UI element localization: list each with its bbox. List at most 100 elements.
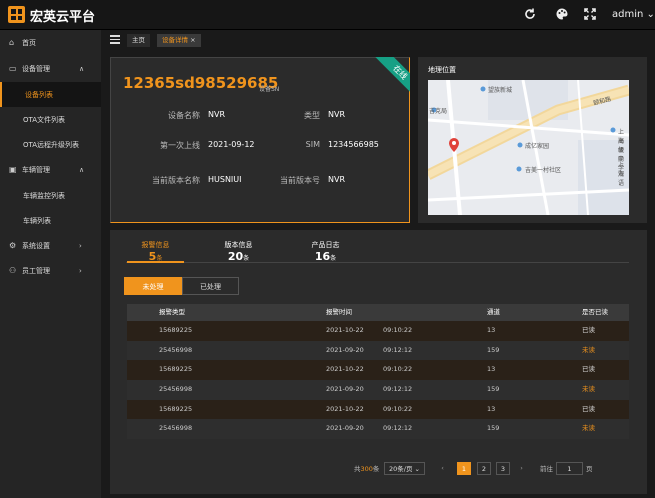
total-suffix: 条 xyxy=(372,465,380,473)
table-row[interactable]: 15689225 2021-10-22 09:10:22 13 已读 xyxy=(127,399,629,420)
sidebar-item-home[interactable]: ⌂ 首页 xyxy=(0,30,101,55)
current-version-number-value: NVR xyxy=(328,175,346,184)
fullscreen-icon[interactable] xyxy=(583,7,597,21)
tab-label: 产品日志 xyxy=(311,241,340,249)
current-version-name-label: 当前版本名称 xyxy=(152,176,200,185)
app-root: 宏英云平台 admin ⌄ ⌂ 首页 ▭ 设备管理 ∧ 设备列表 OTA文件列表 OT… xyxy=(0,0,655,498)
device-sn: 12365sd98529685 xyxy=(123,74,279,92)
active-tab-indicator xyxy=(127,261,184,263)
page-button-3[interactable]: 3 xyxy=(496,462,510,475)
sidebar-item-ota-files[interactable]: OTA文件列表 xyxy=(0,107,101,132)
sidebar-item-vehicle-monitor[interactable]: 车辆监控列表 xyxy=(0,183,101,208)
username: admin xyxy=(612,9,644,20)
page-size-value: 20条/页 xyxy=(389,465,413,473)
read-status-cell: 已读 xyxy=(582,404,595,413)
sidebar-item-label: 车辆列表 xyxy=(23,216,51,225)
tab-unit: 条 xyxy=(243,255,250,262)
tab-alarm-info[interactable]: 报警信息 5条 xyxy=(127,240,184,263)
table-row[interactable]: 15689225 2021-10-22 09:10:22 13 已读 xyxy=(127,321,629,341)
chevron-right-icon: › xyxy=(79,266,82,275)
chevron-down-icon: ⌄ xyxy=(646,9,655,20)
sim-label: SIM xyxy=(305,140,320,149)
filter-done-button[interactable]: 已处理 xyxy=(182,277,239,295)
alarm-date-cell: 2021-10-22 xyxy=(326,326,364,334)
alarm-date-cell: 2021-10-22 xyxy=(326,365,364,374)
home-icon: ⌂ xyxy=(9,38,15,47)
table-row[interactable]: 25456998 2021-09-20 09:12:12 159 未读 xyxy=(127,380,629,400)
sidebar: ⌂ 首页 ▭ 设备管理 ∧ 设备列表 OTA文件列表 OTA远程升级列表 ▣ 车辆管理 ∧… xyxy=(0,30,101,498)
read-status-cell: 已读 xyxy=(582,365,595,374)
channel-cell: 159 xyxy=(487,385,500,394)
sidebar-item-vehicle-list[interactable]: 车辆列表 xyxy=(0,208,101,233)
device-type-value: NVR xyxy=(328,110,346,119)
channel-cell: 159 xyxy=(487,424,500,433)
device-icon: ▭ xyxy=(9,64,17,73)
close-icon[interactable]: × xyxy=(190,36,195,44)
tab-unit: 条 xyxy=(330,255,337,262)
palette-icon[interactable] xyxy=(555,7,569,21)
current-version-name-value: HUSNIUI xyxy=(208,175,242,184)
map-label: 吉克局 xyxy=(429,108,448,115)
page-size-select[interactable]: 20条/页 ⌄ xyxy=(384,462,425,475)
sidebar-item-vehicle-management[interactable]: ▣ 车辆管理 ∧ xyxy=(0,157,101,182)
chevron-up-icon: ∧ xyxy=(79,64,85,73)
sidebar-item-label: 设备管理 xyxy=(22,64,50,73)
gear-icon: ⚙ xyxy=(9,241,17,250)
refresh-icon[interactable] xyxy=(523,7,537,21)
chevron-down-icon: ⌄ xyxy=(414,465,420,473)
sidebar-item-label: 首页 xyxy=(22,38,36,47)
column-header: 报警类型 xyxy=(159,308,185,316)
user-menu[interactable]: admin ⌄ xyxy=(612,9,655,20)
alarm-type-cell: 25456998 xyxy=(159,424,193,433)
tab-label: 报警信息 xyxy=(141,241,170,249)
car-icon: ▣ xyxy=(9,165,17,174)
sidebar-item-staff-management[interactable]: ⚇ 员工管理 › xyxy=(0,258,101,283)
goto-page-input[interactable]: 1 xyxy=(556,462,583,475)
menu-toggle-icon[interactable] xyxy=(110,35,120,44)
tab-version-info[interactable]: 版本信息 20条 xyxy=(210,240,267,263)
top-header: 宏英云平台 admin ⌄ xyxy=(0,0,655,30)
prev-page-button[interactable]: ‹ xyxy=(436,462,449,475)
sidebar-item-label: 车辆管理 xyxy=(22,165,50,174)
alarm-type-cell: 15689225 xyxy=(159,365,193,374)
location-map[interactable]: 望族新城 吉克局 颐和路 成亿家园 吉美一村社区 上海便民 高级中学 上海 双语 xyxy=(428,80,629,215)
alarm-time-cell: 09:12:12 xyxy=(383,424,413,433)
tab-product-log[interactable]: 产品日志 16条 xyxy=(297,240,354,263)
goto-suffix: 页 xyxy=(586,465,593,473)
tab-device-detail[interactable]: 设备详情 × xyxy=(157,34,201,47)
alarm-type-cell: 15689225 xyxy=(159,404,193,413)
table-row[interactable]: 25456998 2021-09-20 09:12:12 159 未读 xyxy=(127,419,629,440)
map-label: 双语 xyxy=(618,171,625,187)
alarm-type-cell: 25456998 xyxy=(159,345,193,354)
location-title: 地理位置 xyxy=(428,66,456,74)
alarm-date-cell: 2021-09-20 xyxy=(326,385,364,394)
table-row[interactable]: 15689225 2021-10-22 09:10:22 13 已读 xyxy=(127,360,629,381)
app-title: 宏英云平台 xyxy=(30,10,96,25)
sidebar-item-label: OTA远程升级列表 xyxy=(23,140,80,149)
sidebar-item-device-management[interactable]: ▭ 设备管理 ∧ xyxy=(0,56,101,81)
read-status-cell: 已读 xyxy=(582,326,595,334)
device-sn-label: 设备SN xyxy=(259,86,280,93)
alarm-time-cell: 09:10:22 xyxy=(383,365,413,374)
next-page-button[interactable]: › xyxy=(515,462,528,475)
sidebar-item-device-list[interactable]: 设备列表 xyxy=(0,82,101,107)
channel-cell: 13 xyxy=(487,365,496,374)
page-button-1[interactable]: 1 xyxy=(457,462,471,475)
sidebar-item-label: 员工管理 xyxy=(22,266,50,275)
sidebar-item-system-settings[interactable]: ⚙ 系统设置 › xyxy=(0,233,101,258)
read-status-cell: 未读 xyxy=(582,424,595,433)
logo-icon xyxy=(8,6,25,23)
sidebar-item-ota-upgrade[interactable]: OTA远程升级列表 xyxy=(0,132,101,157)
filter-pending-button[interactable]: 未处理 xyxy=(124,277,182,295)
page-button-2[interactable]: 2 xyxy=(477,462,491,475)
alarm-type-cell: 15689225 xyxy=(159,326,193,334)
status-badge: 在线 xyxy=(366,57,410,101)
alarm-date-cell: 2021-09-20 xyxy=(326,345,364,354)
first-online-label: 第一次上线 xyxy=(160,141,200,150)
first-online-value: 2021-09-12 xyxy=(208,140,255,149)
status-text: 在线 xyxy=(372,57,410,100)
tab-home[interactable]: 主页 xyxy=(127,34,150,47)
table-row[interactable]: 25456998 2021-09-20 09:12:12 159 未读 xyxy=(127,340,629,361)
alarm-date-cell: 2021-10-22 xyxy=(326,404,364,413)
user-icon: ⚇ xyxy=(9,266,17,275)
